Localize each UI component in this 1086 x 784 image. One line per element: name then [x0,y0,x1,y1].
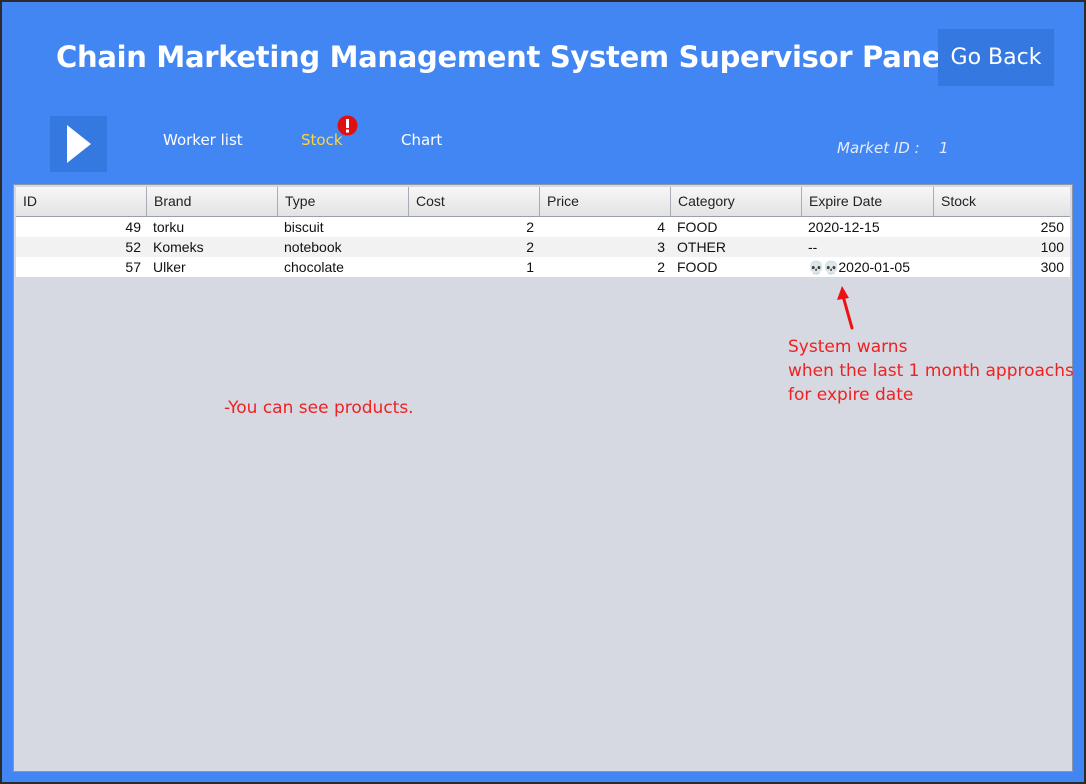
column-header-expire-date[interactable]: Expire Date [802,187,934,216]
cell-brand: Komeks [153,239,204,255]
cell-id: 52 [125,239,141,255]
cell-type: chocolate [284,259,344,275]
column-header-cost[interactable]: Cost [409,187,540,216]
cell-price: 2 [657,259,665,275]
column-header-price[interactable]: Price [540,187,671,216]
alert-icon [337,115,358,136]
cell-price: 3 [657,239,665,255]
cell-stock: 100 [1040,239,1064,255]
cell-category: FOOD [677,219,718,235]
cell-category: FOOD [677,259,718,275]
cell-expire-date: -- [802,237,934,257]
stock-table[interactable]: ID Brand Type Cost Price Category Expire… [13,184,1073,772]
cell-brand: Ulker [153,259,186,275]
table-row[interactable]: 57 Ulker chocolate 1 2 FOOD 💀💀2020-01-05… [16,257,1070,277]
warning-line: System warns [788,337,908,357]
cell-type: notebook [284,239,342,255]
market-id-value: 1 [939,139,949,157]
cell-price: 4 [657,219,665,235]
column-header-stock[interactable]: Stock [934,187,1070,216]
expire-date-value: 2020-01-05 [838,259,910,275]
cell-cost: 1 [526,259,534,275]
cell-expire-date: 2020-12-15 [802,217,934,237]
expire-date-value: -- [808,239,818,255]
window-border-top [0,0,1086,2]
market-id-label: Market ID : [837,139,920,157]
menu-toggle-button[interactable] [50,116,107,172]
warning-line: for expire date [788,385,914,405]
table-header: ID Brand Type Cost Price Category Expire… [16,187,1070,217]
products-annotation: -You can see products. [224,398,414,418]
cell-id: 57 [125,259,141,275]
column-header-category[interactable]: Category [671,187,802,216]
cell-stock: 250 [1040,219,1064,235]
window-border-left [0,0,2,784]
expire-warning-annotation: System warns when the last 1 month appro… [788,335,1074,407]
skull-icon: 💀💀 [808,260,839,275]
play-icon [66,125,91,163]
page-title: Chain Marketing Management System Superv… [56,40,951,74]
cell-cost: 2 [526,239,534,255]
column-header-id[interactable]: ID [16,187,147,216]
table-body: 49 torku biscuit 2 4 FOOD 2020-12-15 250… [16,217,1070,277]
cell-type: biscuit [284,219,324,235]
cell-cost: 2 [526,219,534,235]
column-header-brand[interactable]: Brand [147,187,278,216]
go-back-button[interactable]: Go Back [938,29,1054,86]
column-header-type[interactable]: Type [278,187,409,216]
cell-brand: torku [153,219,185,235]
cell-stock: 300 [1040,259,1064,275]
expire-date-value: 2020-12-15 [808,219,880,235]
table-row[interactable]: 52 Komeks notebook 2 3 OTHER -- 100 [16,237,1070,257]
tab-chart[interactable]: Chart [401,131,442,149]
arrow-icon [837,286,854,330]
table-row[interactable]: 49 torku biscuit 2 4 FOOD 2020-12-15 250 [16,217,1070,237]
cell-id: 49 [125,219,141,235]
cell-expire-date: 💀💀2020-01-05 [802,257,934,277]
warning-line: when the last 1 month approachs [788,361,1074,381]
cell-category: OTHER [677,239,726,255]
tab-worker-list[interactable]: Worker list [163,131,243,149]
